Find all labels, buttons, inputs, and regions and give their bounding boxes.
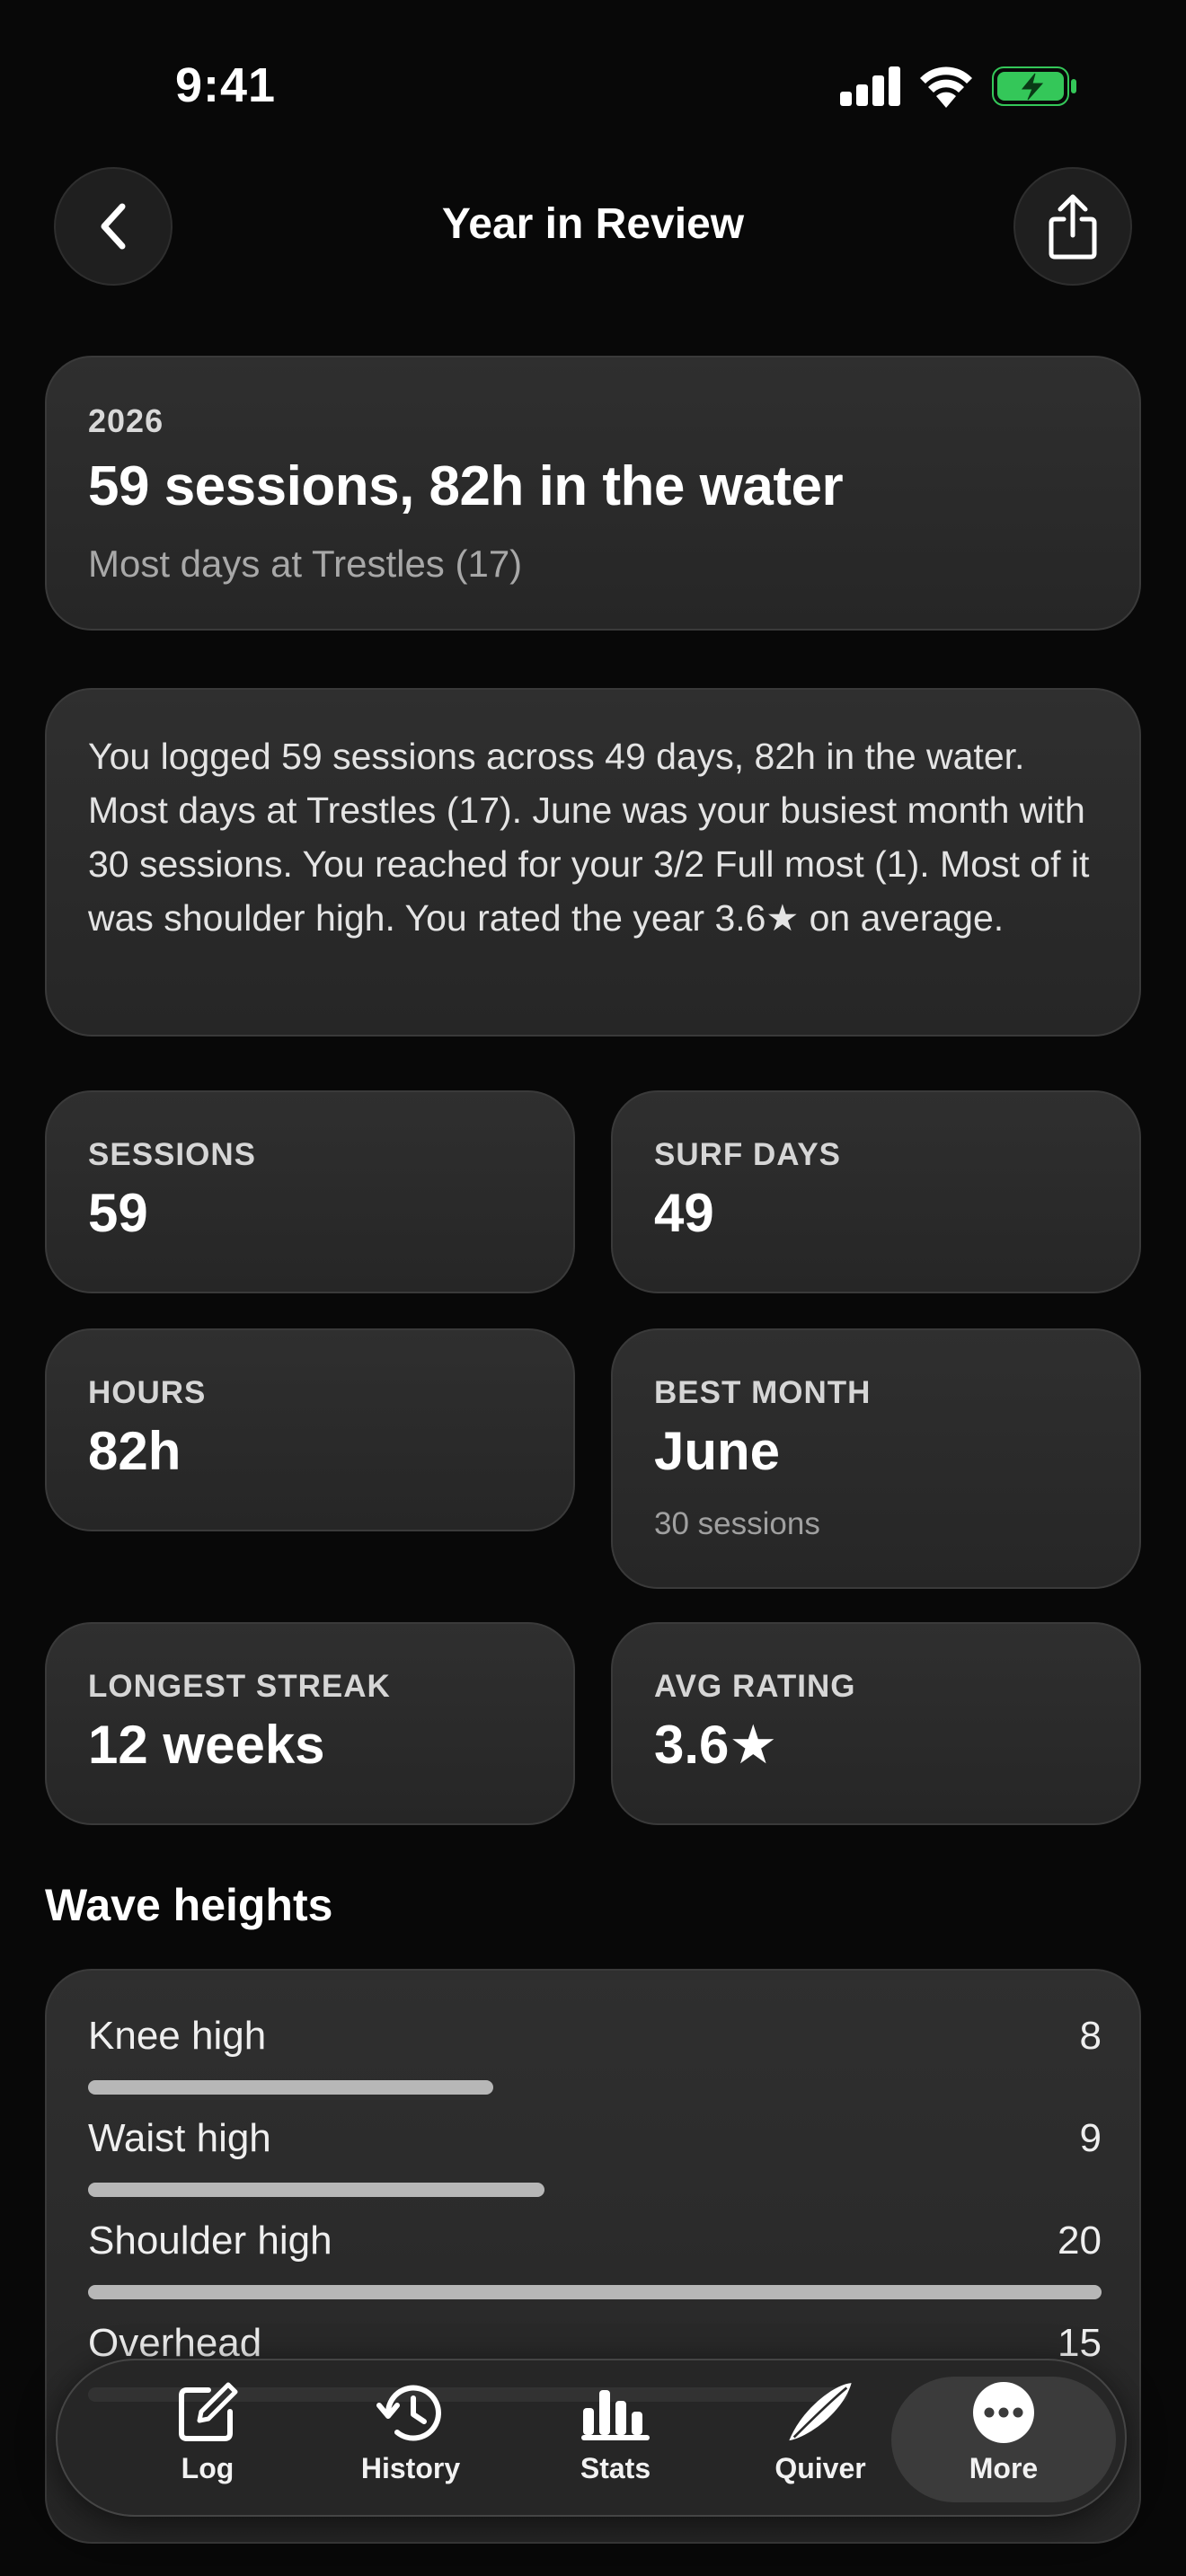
wave-height-bar-track <box>88 2285 1102 2299</box>
stat-label: SURF DAYS <box>654 1137 842 1172</box>
narrative-summary-text: You logged 59 sessions across 49 days, 8… <box>88 736 1090 939</box>
share-icon <box>1049 194 1097 260</box>
wave-height-label: Waist high <box>88 2116 271 2160</box>
stat-value: 3.6★ <box>654 1715 778 1775</box>
wave-height-row: Shoulder high 20 <box>88 2219 1102 2321</box>
battery-charging-icon <box>992 66 1076 106</box>
stat-value: 59 <box>88 1183 148 1243</box>
wave-height-row: Waist high 9 <box>88 2116 1102 2219</box>
stat-card-best-month: BEST MONTH June 30 sessions <box>611 1328 1141 1589</box>
tab-bar: Log History Stats Quiver More <box>56 2359 1127 2517</box>
stat-value: 82h <box>88 1421 181 1481</box>
stat-card-avg-rating: AVG RATING 3.6★ <box>611 1622 1141 1825</box>
back-button[interactable] <box>54 167 173 286</box>
wifi-icon <box>920 66 972 108</box>
share-button[interactable] <box>1013 167 1132 286</box>
stat-card-surf-days: SURF DAYS 49 <box>611 1090 1141 1293</box>
bar-chart-icon <box>580 2377 651 2448</box>
wave-height-bar-track <box>88 2183 1102 2197</box>
wave-height-bar <box>88 2080 494 2095</box>
tab-more[interactable]: More <box>891 2377 1116 2502</box>
stat-label: AVG RATING <box>654 1669 856 1704</box>
page-title: Year in Review <box>441 200 745 248</box>
surfboard-icon <box>784 2377 856 2448</box>
tab-label: History <box>360 2452 461 2484</box>
stat-card-longest-streak: LONGEST STREAK 12 weeks <box>45 1622 575 1825</box>
year-subtitle: Most days at Trestles (17) <box>88 543 523 585</box>
year-headline: 59 sessions, 82h in the water <box>88 455 844 517</box>
stat-value: 12 weeks <box>88 1715 325 1775</box>
history-clock-icon <box>375 2377 447 2448</box>
tab-log[interactable]: Log <box>104 2377 311 2502</box>
wave-height-bar-track <box>88 2080 1102 2095</box>
tab-history[interactable]: History <box>307 2377 514 2502</box>
year-label: 2026 <box>88 402 164 439</box>
stat-label: LONGEST STREAK <box>88 1669 391 1704</box>
stat-label: SESSIONS <box>88 1137 256 1172</box>
tab-label: More <box>969 2452 1039 2484</box>
wave-height-bar <box>88 2285 1102 2299</box>
compose-icon <box>172 2377 243 2448</box>
wave-height-count: 20 <box>1058 2219 1102 2263</box>
wave-height-label: Shoulder high <box>88 2219 332 2263</box>
stat-card-sessions: SESSIONS 59 <box>45 1090 575 1293</box>
stat-label: HOURS <box>88 1375 207 1410</box>
more-ellipsis-icon <box>968 2377 1040 2448</box>
status-bar: 9:41 <box>0 0 1186 171</box>
tab-label: Stats <box>580 2452 651 2484</box>
status-time: 9:41 <box>175 58 277 112</box>
wave-height-label: Knee high <box>88 2014 267 2058</box>
wave-height-bar <box>88 2183 544 2197</box>
stat-value: June <box>654 1421 781 1481</box>
stat-value: 49 <box>654 1183 714 1243</box>
tab-label: Quiver <box>774 2452 866 2484</box>
cellular-signal-icon <box>840 66 901 106</box>
wave-height-count: 8 <box>1079 2014 1102 2058</box>
stat-card-hours: HOURS 82h <box>45 1328 575 1531</box>
chevron-left-icon <box>101 203 126 250</box>
stat-note: 30 sessions <box>654 1506 820 1541</box>
wave-heights-heading: Wave heights <box>45 1880 333 1930</box>
stat-label: BEST MONTH <box>654 1375 872 1410</box>
wave-height-row: Knee high 8 <box>88 2014 1102 2116</box>
wave-height-count: 9 <box>1079 2116 1102 2160</box>
narrative-summary-card: You logged 59 sessions across 49 days, 8… <box>45 688 1141 1037</box>
tab-label: Log <box>181 2452 235 2484</box>
wave-height-count: 15 <box>1058 2321 1102 2365</box>
tab-stats[interactable]: Stats <box>512 2377 719 2502</box>
year-summary-card: 2026 59 sessions, 82h in the water Most … <box>45 356 1141 631</box>
